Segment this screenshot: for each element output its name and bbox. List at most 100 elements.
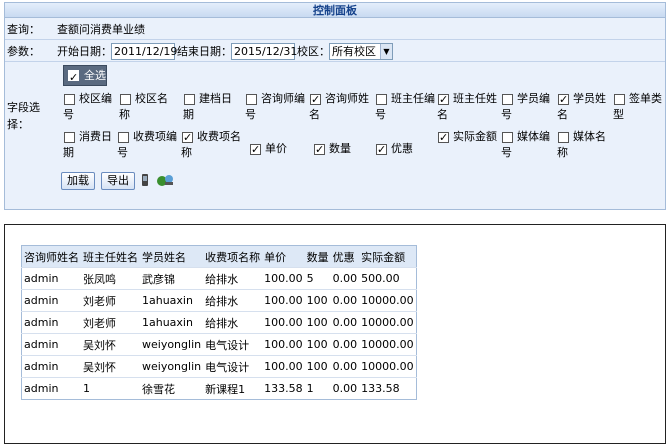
col-teacher-name[interactable]: 班主任姓名	[81, 245, 140, 268]
field-actual-amount[interactable]: 实际金额	[437, 129, 497, 146]
field-unit-price[interactable]: 单价	[249, 141, 305, 158]
table-cell: 100.00	[262, 355, 305, 378]
table-cell: 徐雪花	[140, 377, 204, 400]
start-date-input[interactable]: 2011/12/19	[111, 43, 177, 60]
field-media-name[interactable]: 媒体名称	[557, 129, 609, 161]
results-table: 咨询师姓名 班主任姓名 学员姓名 收费项名称 单价 数量 优惠 实际金额 adm…	[21, 245, 417, 400]
start-date-label: 开始日期：	[57, 45, 112, 58]
device-icon[interactable]	[141, 174, 149, 189]
field-checkbox	[438, 92, 449, 108]
table-cell: 100.00	[262, 289, 305, 312]
table-row[interactable]: admin 吴刘怀 weiyonglin 电气设计 100.00 100 0.0…	[21, 355, 417, 378]
table-cell: 1	[304, 377, 331, 400]
load-button[interactable]: 加载	[61, 172, 95, 190]
field-sign-type[interactable]: 签单类型	[613, 91, 665, 123]
end-date-input[interactable]: 2015/12/31	[231, 43, 297, 60]
export-button[interactable]: 导出	[101, 172, 135, 190]
field-student-code[interactable]: 学员编号	[501, 91, 553, 123]
col-consultant-name[interactable]: 咨询师姓名	[21, 245, 81, 268]
field-consultant-name[interactable]: 咨询师姓名	[309, 91, 369, 123]
table-row[interactable]: admin 张凤鸣 武彦锦 给排水 100.00 5 0.00 500.00	[21, 267, 417, 290]
field-media-code[interactable]: 媒体编号	[501, 129, 553, 161]
tools-icon[interactable]	[155, 173, 175, 190]
table-cell: 0.00	[330, 377, 360, 400]
table-row[interactable]: admin 1 徐雪花 新课程1 133.58 1 0.00 133.58	[21, 377, 417, 400]
field-discount[interactable]: 优惠	[375, 141, 431, 158]
panel-title: 控制面板	[5, 3, 665, 18]
table-cell: 1	[81, 377, 140, 400]
field-teacher-code[interactable]: 班主任编号	[375, 91, 435, 123]
table-cell: 100.00	[262, 267, 305, 290]
field-checkbox	[250, 142, 261, 158]
field-quantity[interactable]: 数量	[313, 141, 369, 158]
col-quantity[interactable]: 数量	[304, 245, 331, 268]
field-checkbox	[314, 142, 325, 158]
campus-select[interactable]: 所有校区 ▼	[329, 43, 393, 60]
table-cell: admin	[21, 377, 81, 400]
field-checkbox	[502, 132, 513, 143]
control-panel: 控制面板 查询： 查额问消费单业绩 参数： 开始日期： 2011/12/19 结…	[4, 2, 666, 210]
query-value: 查额问消费单业绩	[57, 23, 145, 36]
field-checkbox	[64, 94, 75, 105]
field-checkbox	[182, 130, 193, 146]
field-checkbox	[558, 132, 569, 143]
col-fee-name[interactable]: 收费项名称	[203, 245, 263, 268]
field-checkbox	[376, 142, 387, 158]
params-row: 参数： 开始日期： 2011/12/19 结束日期： 2015/12/31 校区…	[5, 41, 665, 62]
field-checkbox	[376, 94, 387, 105]
field-fee-name[interactable]: 收费项名称	[181, 129, 243, 161]
table-cell: 吴刘怀	[81, 333, 140, 356]
field-checkbox	[310, 92, 321, 108]
table-cell: 电气设计	[203, 333, 263, 356]
field-fee-code[interactable]: 收费项编号	[117, 129, 179, 161]
table-cell: 1ahuaxin	[140, 311, 204, 334]
field-teacher-name[interactable]: 班主任姓名	[437, 91, 497, 123]
table-cell: 0.00	[330, 333, 360, 356]
table-cell: 5	[304, 267, 331, 290]
query-row: 查询： 查额问消费单业绩	[5, 19, 665, 40]
select-all-check	[68, 68, 79, 87]
table-cell: 100.00	[262, 333, 305, 356]
field-checkbox	[120, 94, 131, 105]
table-cell: 0.00	[330, 267, 360, 290]
table-cell: 给排水	[203, 267, 263, 290]
field-checkbox	[246, 94, 257, 105]
params-label: 参数：	[7, 45, 40, 58]
results-panel: 咨询师姓名 班主任姓名 学员姓名 收费项名称 单价 数量 优惠 实际金额 adm…	[4, 224, 666, 444]
table-cell: 100.00	[262, 311, 305, 334]
table-cell: 10000.00	[359, 355, 417, 378]
table-cell: 吴刘怀	[81, 355, 140, 378]
field-campus-code[interactable]: 校区编号	[63, 91, 115, 123]
table-row[interactable]: admin 刘老师 1ahuaxin 给排水 100.00 100 0.00 1…	[21, 311, 417, 334]
table-cell: weiyonglin	[140, 355, 204, 378]
col-unit-price[interactable]: 单价	[262, 245, 305, 268]
field-consultant-code[interactable]: 咨询师编号	[245, 91, 305, 123]
field-student-name[interactable]: 学员姓名	[557, 91, 609, 123]
col-discount[interactable]: 优惠	[330, 245, 360, 268]
table-cell: 133.58	[359, 377, 417, 400]
table-cell: 10000.00	[359, 289, 417, 312]
field-consume-date[interactable]: 消费日期	[63, 129, 115, 161]
table-cell: 1ahuaxin	[140, 289, 204, 312]
table-cell: 100	[304, 311, 331, 334]
table-row[interactable]: admin 吴刘怀 weiyonglin 电气设计 100.00 100 0.0…	[21, 333, 417, 356]
select-all-label: 全选	[84, 69, 106, 82]
field-checkbox	[118, 132, 129, 143]
select-all-checkbox[interactable]: 全选	[63, 65, 107, 87]
table-cell: 500.00	[359, 267, 417, 290]
col-student-name[interactable]: 学员姓名	[140, 245, 204, 268]
field-create-date[interactable]: 建档日期	[183, 91, 235, 123]
campus-label: 校区：	[297, 45, 330, 58]
table-row[interactable]: admin 刘老师 1ahuaxin 给排水 100.00 100 0.00 1…	[21, 289, 417, 312]
query-label: 查询：	[7, 23, 40, 36]
table-cell: admin	[21, 333, 81, 356]
table-cell: admin	[21, 311, 81, 334]
col-actual-amount[interactable]: 实际金额	[359, 245, 417, 268]
field-checkbox	[64, 132, 75, 143]
field-campus-name[interactable]: 校区名称	[119, 91, 171, 123]
field-checkbox	[184, 94, 195, 105]
table-cell: admin	[21, 355, 81, 378]
table-cell: 10000.00	[359, 333, 417, 356]
table-header-row: 咨询师姓名 班主任姓名 学员姓名 收费项名称 单价 数量 优惠 实际金额	[21, 245, 417, 268]
field-checkbox	[438, 130, 449, 146]
